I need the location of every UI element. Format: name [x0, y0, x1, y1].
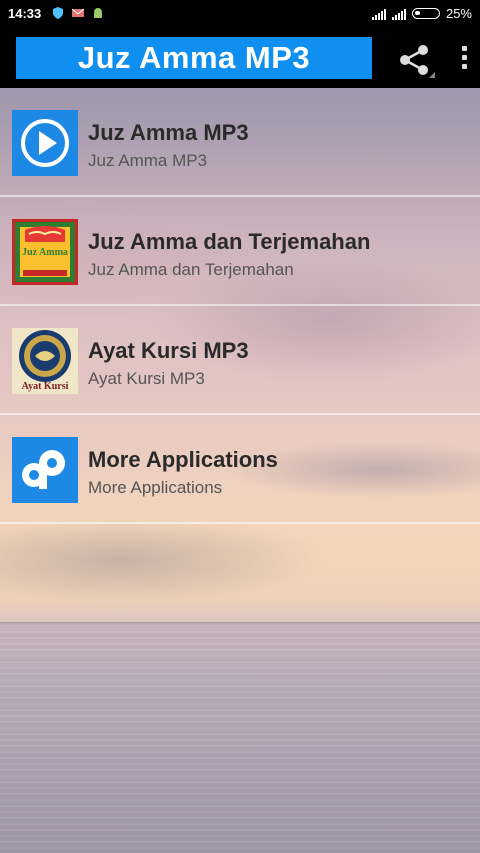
list-item-ayat-kursi[interactable]: Ayat Kursi Ayat Kursi MP3 Ayat Kursi MP3 [0, 306, 480, 415]
more-vert-icon [452, 46, 476, 69]
item-subtitle: Juz Amma MP3 [88, 151, 208, 170]
list-item-juz-amma-terjemahan[interactable]: Juz Amma Juz Amma dan Terjemahan Juz Amm… [0, 197, 480, 306]
icon-label: Juz Amma [22, 247, 68, 258]
play-icon [12, 110, 78, 176]
mail-icon [72, 8, 84, 17]
android-icon [94, 8, 102, 18]
signal-icon-2 [391, 8, 406, 20]
juz-amma-book-icon: Juz Amma [12, 219, 78, 285]
item-subtitle: Juz Amma dan Terjemahan [88, 260, 294, 279]
sea-background [0, 625, 480, 853]
share-button[interactable] [393, 40, 437, 80]
item-subtitle: Ayat Kursi MP3 [88, 369, 205, 388]
status-time: 14:33 [8, 6, 42, 21]
battery-percent: 25% [445, 6, 472, 21]
overflow-menu-button[interactable] [452, 42, 476, 76]
item-subtitle: More Applications [88, 478, 223, 497]
ayat-kursi-icon: Ayat Kursi [12, 328, 78, 394]
list-item-more-applications[interactable]: More Applications More Applications [0, 415, 480, 524]
icon-label: Ayat Kursi [21, 381, 69, 392]
item-title: Juz Amma MP3 [88, 120, 249, 145]
signal-icon [371, 8, 386, 20]
battery-icon [411, 8, 440, 19]
app-list: Juz Amma MP3 Juz Amma MP3 Juz Amma Juz A… [0, 88, 480, 524]
shield-icon [53, 7, 63, 19]
list-item-juz-amma-mp3[interactable]: Juz Amma MP3 Juz Amma MP3 [0, 88, 480, 197]
item-title: Ayat Kursi MP3 [88, 338, 249, 363]
share-icon [400, 45, 435, 78]
item-title: More Applications [88, 447, 278, 472]
more-apps-icon [12, 437, 78, 503]
app-title: Juz Amma MP3 [77, 40, 311, 75]
item-title: Juz Amma dan Terjemahan [88, 229, 371, 254]
action-bar: Juz Amma MP3 [0, 28, 480, 88]
status-bar: 14:33 25% [0, 0, 480, 28]
app-title-banner: Juz Amma MP3 [16, 37, 372, 79]
